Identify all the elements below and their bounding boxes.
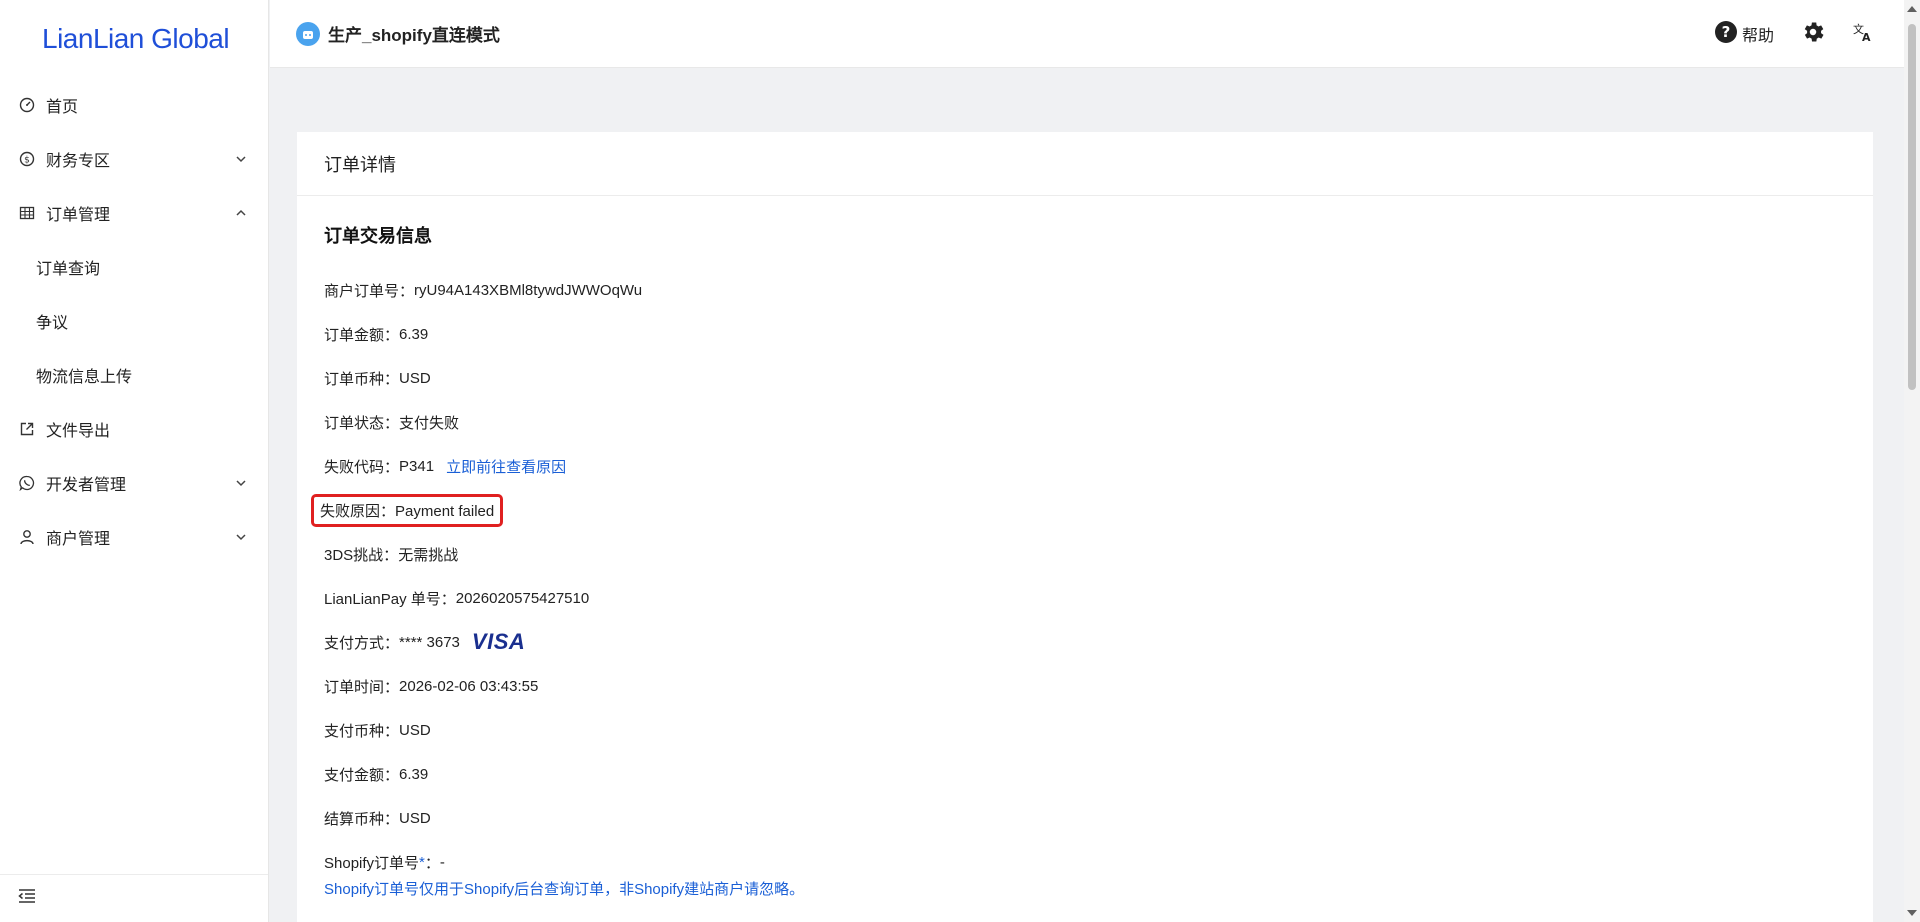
sidebar-item-label: 订单管理 — [46, 207, 111, 224]
field-value: 6.39 — [399, 765, 429, 783]
top-actions: ? 帮助 文A — [1714, 0, 1874, 68]
svg-text:$: $ — [24, 156, 30, 166]
store-name[interactable]: 生产_shopify直连模式 — [328, 21, 500, 46]
field-value: 支付失败 — [399, 414, 460, 432]
scroll-down-arrow-icon[interactable] — [1907, 910, 1917, 916]
sidebar-item-label: 商户管理 — [46, 531, 111, 548]
sidebar: LianLian Global 首页 $ 财务专区 订单管理 订单查询 争议 物… — [0, 0, 269, 922]
field-label: 商户订单号： — [324, 282, 415, 300]
field-label: 订单时间： — [324, 678, 400, 696]
field-fail-code: 失败代码： P341 立即前往查看原因 — [324, 444, 1846, 488]
store-avatar-icon — [296, 21, 320, 46]
field-merchant-order-no: 商户订单号： ryU94A143XBMl8tywdJWWOqWu — [324, 268, 1846, 312]
field-value: 6.39 — [399, 325, 429, 343]
field-label: 订单金额： — [324, 326, 400, 344]
dollar-icon: $ — [18, 150, 36, 168]
field-label: LianLianPay 单号： — [324, 590, 456, 608]
shopify-order-note: Shopify订单号仅用于Shopify后台查询订单，非Shopify建站商户请… — [324, 881, 805, 898]
field-3ds-challenge: 3DS挑战： 无需挑战 — [324, 532, 1846, 576]
sidebar-item-finance[interactable]: $ 财务专区 — [0, 132, 268, 186]
field-order-status: 订单状态： 支付失败 — [324, 400, 1846, 444]
field-label: 支付币种： — [324, 722, 400, 740]
view-fail-reason-link[interactable]: 立即前往查看原因 — [446, 456, 566, 477]
field-label: 结算币种： — [324, 810, 400, 828]
user-icon — [18, 528, 36, 546]
top-bar: 生产_shopify直连模式 ? 帮助 文A — [270, 0, 1904, 68]
sidebar-subitem-disputes[interactable]: 争议 — [0, 294, 268, 348]
sidebar-item-label: 文件导出 — [46, 423, 111, 440]
field-value: 2026-02-06 03:43:55 — [399, 677, 539, 695]
field-label: 订单状态： — [324, 414, 400, 432]
chevron-down-icon — [234, 476, 248, 490]
scrollbar-thumb[interactable] — [1908, 24, 1916, 390]
export-icon — [18, 420, 36, 438]
field-value: USD — [399, 369, 431, 387]
dashboard-icon — [18, 96, 36, 114]
field-payment-method: 支付方式： **** 3673 VISA — [324, 620, 1846, 664]
sidebar-item-merchant[interactable]: 商户管理 — [0, 510, 268, 564]
field-pay-currency: 支付币种： USD — [324, 708, 1846, 752]
settings-gear-icon[interactable] — [1800, 19, 1826, 50]
card-body: 订单交易信息 商户订单号： ryU94A143XBMl8tywdJWWOqWu … — [297, 196, 1873, 922]
svg-text:?: ? — [1722, 23, 1731, 41]
chevron-up-icon — [234, 206, 248, 220]
whatsapp-icon — [18, 474, 36, 492]
field-label: 支付方式： — [324, 634, 400, 652]
field-value: ryU94A143XBMl8tywdJWWOqWu — [414, 281, 643, 299]
field-order-currency: 订单币种： USD — [324, 356, 1846, 400]
help-button[interactable]: ? 帮助 — [1714, 20, 1774, 49]
field-value: USD — [399, 721, 431, 739]
field-value: Payment failed — [395, 502, 495, 520]
order-detail-card: 订单详情 订单交易信息 商户订单号： ryU94A143XBMl8tywdJWW… — [297, 132, 1873, 922]
visa-logo-icon: VISA — [471, 629, 526, 654]
field-pay-amount: 支付金额： 6.39 — [324, 752, 1846, 796]
sidebar-footer — [0, 874, 268, 922]
field-lianlianpay-no: LianLianPay 单号： 2026020575427510 — [324, 576, 1846, 620]
sidebar-item-developer[interactable]: 开发者管理 — [0, 456, 268, 510]
sidebar-item-label: 开发者管理 — [46, 477, 127, 494]
field-label: 失败代码： — [324, 458, 400, 476]
field-colon: ： — [424, 854, 440, 872]
sidebar-item-orders[interactable]: 订单管理 — [0, 186, 268, 240]
page-scrollbar[interactable] — [1904, 0, 1920, 922]
field-value: **** 3673 — [399, 633, 460, 651]
chevron-down-icon — [234, 152, 248, 166]
field-label: Shopify订单号 — [324, 854, 420, 872]
card-title: 订单详情 — [297, 132, 1873, 196]
sidebar-menu: 首页 $ 财务专区 订单管理 订单查询 争议 物流信息上传 文件导出 开发者管理… — [0, 78, 268, 564]
field-label: 失败原因： — [320, 502, 396, 520]
scroll-up-arrow-icon[interactable] — [1907, 6, 1917, 12]
svg-text:A: A — [1862, 31, 1871, 43]
help-icon: ? — [1714, 20, 1738, 49]
section-title: 订单交易信息 — [324, 226, 432, 246]
field-order-time: 订单时间： 2026-02-06 03:43:55 — [324, 664, 1846, 708]
table-icon — [18, 204, 36, 222]
sidebar-subitem-order-query[interactable]: 订单查询 — [0, 240, 268, 294]
field-value: USD — [399, 809, 431, 827]
sidebar-item-home[interactable]: 首页 — [0, 78, 268, 132]
field-value: 2026020575427510 — [455, 589, 590, 607]
field-label: 3DS挑战： — [324, 546, 399, 564]
field-value: P341 — [399, 457, 435, 475]
app-logo[interactable]: LianLian Global — [0, 0, 268, 78]
sidebar-item-label: 财务专区 — [46, 153, 111, 170]
field-value: - — [439, 853, 445, 871]
field-value: 无需挑战 — [398, 546, 459, 564]
sidebar-item-file-export[interactable]: 文件导出 — [0, 402, 268, 456]
field-fail-reason: 失败原因：Payment failed — [310, 488, 1846, 532]
field-settle-currency: 结算币种： USD — [324, 796, 1846, 840]
field-order-amount: 订单金额： 6.39 — [324, 312, 1846, 356]
fail-reason-highlight-box: 失败原因：Payment failed — [310, 493, 504, 527]
sidebar-item-label: 首页 — [46, 99, 79, 116]
help-label: 帮助 — [1741, 28, 1774, 45]
sidebar-subitem-logistics-upload[interactable]: 物流信息上传 — [0, 348, 268, 402]
field-label: 订单币种： — [324, 370, 400, 388]
field-label: 支付金额： — [324, 766, 400, 784]
chevron-down-icon — [234, 530, 248, 544]
language-translate-icon[interactable]: 文A — [1852, 21, 1874, 48]
collapse-sidebar-icon[interactable] — [18, 888, 36, 909]
